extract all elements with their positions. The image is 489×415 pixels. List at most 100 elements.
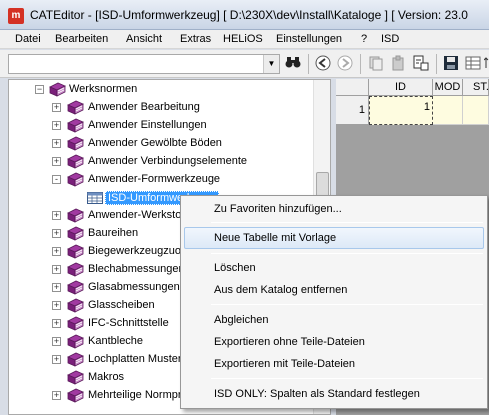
tree-node-label: Glasscheiben — [88, 299, 155, 311]
catalog-book-icon — [67, 136, 84, 151]
tree-node[interactable]: - Anwender-Formwerkzeuge — [9, 171, 309, 189]
expand-icon[interactable]: + — [52, 355, 61, 364]
expand-icon[interactable]: + — [52, 283, 61, 292]
expand-icon[interactable]: + — [52, 211, 61, 220]
tree-node[interactable]: + Anwender Verbindungselemente — [9, 153, 309, 171]
table-icon — [87, 192, 103, 204]
grid-cell-st[interactable] — [463, 96, 489, 125]
catalog-book-icon — [67, 172, 84, 187]
expand-icon[interactable]: + — [52, 229, 61, 238]
tree-node[interactable]: + Anwender Bearbeitung — [9, 99, 309, 117]
catalog-book-icon — [67, 334, 84, 349]
toolbar: ▼ — [0, 50, 489, 78]
expand-icon[interactable]: + — [52, 265, 61, 274]
tree-node-label: Anwender Bearbeitung — [88, 101, 200, 113]
binoculars-icon[interactable] — [284, 55, 302, 73]
expand-icon[interactable]: + — [52, 103, 61, 112]
title-bar: m CATEditor - [ISD-Umformwerkzeug] [ D:\… — [0, 0, 489, 30]
menu-item-new-table-template[interactable]: Neue Tabelle mit Vorlage — [184, 227, 484, 249]
context-menu: Zu Favoriten hinzufügen... Neue Tabelle … — [180, 195, 488, 409]
back-icon[interactable] — [314, 55, 332, 73]
catalog-book-icon — [67, 100, 84, 115]
menu-isd[interactable]: ISD — [381, 33, 399, 45]
catalog-book-icon — [67, 262, 84, 277]
new-table-icon[interactable] — [412, 55, 430, 73]
tree-node-label: Baureihen — [88, 227, 139, 239]
save-icon[interactable] — [442, 55, 460, 73]
expand-icon[interactable]: + — [52, 301, 61, 310]
expand-icon[interactable]: + — [52, 319, 61, 328]
menu-datei[interactable]: Datei — [15, 33, 41, 45]
grid-cell-id[interactable]: 1 — [369, 96, 433, 125]
expand-icon[interactable]: + — [52, 121, 61, 130]
menu-extras[interactable]: Extras — [180, 33, 211, 45]
menu-helios[interactable]: HELiOS — [223, 33, 263, 45]
menu-separator — [211, 378, 483, 379]
expand-icon[interactable]: + — [52, 337, 61, 346]
menu-item-remove-from-catalog[interactable]: Aus dem Katalog entfernen — [184, 279, 484, 301]
catalog-book-icon — [67, 370, 84, 385]
toolbar-separator — [436, 54, 437, 74]
menu-item-export-without-parts[interactable]: Exportieren ohne Teile-Dateien — [184, 331, 484, 353]
column-header-id[interactable]: ID — [369, 79, 433, 96]
tree-node-label: Anwender-Werkstoffe — [88, 209, 194, 221]
catalog-book-icon — [67, 244, 84, 259]
sort-icon[interactable] — [484, 55, 489, 73]
table-icon[interactable] — [464, 55, 482, 73]
row-header[interactable]: 1 — [336, 96, 369, 125]
catalog-book-icon — [67, 316, 84, 331]
catalog-combo[interactable]: ▼ — [8, 54, 280, 74]
menu-item-export-with-parts[interactable]: Exportieren mit Teile-Dateien — [184, 353, 484, 375]
catalog-book-icon — [67, 280, 84, 295]
toolbar-separator — [360, 54, 361, 74]
catalog-book-icon — [67, 388, 84, 403]
collapse-icon[interactable]: - — [52, 175, 61, 184]
catalog-book-icon — [67, 226, 84, 241]
window-title: CATEditor - [ISD-Umformwerkzeug] [ D:\23… — [30, 8, 468, 22]
menu-einstellungen[interactable]: Einstellungen — [276, 33, 342, 45]
tree-node-label: IFC-Schnittstelle — [88, 317, 169, 329]
tree-node[interactable]: + Anwender Gewölbte Böden — [9, 135, 309, 153]
column-header-mod[interactable]: MOD — [433, 79, 463, 96]
tree-node[interactable]: + Anwender Einstellungen — [9, 117, 309, 135]
grid-cell-mod[interactable] — [433, 96, 463, 125]
tree-node-label: Anwender Einstellungen — [88, 119, 207, 131]
menu-item-add-favorites[interactable]: Zu Favoriten hinzufügen... — [184, 198, 484, 220]
collapse-icon[interactable]: − — [35, 85, 44, 94]
menu-separator — [211, 253, 483, 254]
tree-node-label: Kantbleche — [88, 335, 144, 347]
expand-icon[interactable]: + — [52, 139, 61, 148]
menu-item-delete[interactable]: Löschen — [184, 257, 484, 279]
copy-icon[interactable] — [367, 55, 385, 73]
tree-node-root[interactable]: − Werksnormen — [9, 81, 309, 99]
catalog-book-icon — [67, 352, 84, 367]
tree-node-label: Lochplatten Muster — [88, 353, 182, 365]
expand-icon[interactable]: + — [52, 247, 61, 256]
menu-separator — [211, 222, 483, 223]
catalog-book-icon — [67, 118, 84, 133]
toolbar-separator — [308, 54, 309, 74]
menu-help[interactable]: ? — [361, 33, 367, 45]
paste-icon[interactable] — [389, 55, 407, 73]
menu-item-set-default-columns[interactable]: ISD ONLY: Spalten als Standard festlegen — [184, 383, 484, 405]
menu-item-sync[interactable]: Abgleichen — [184, 309, 484, 331]
catalog-book-icon — [67, 208, 84, 223]
forward-icon[interactable] — [336, 55, 354, 73]
tree-node-label: Glasabmessungen — [88, 281, 180, 293]
expand-icon[interactable]: + — [52, 391, 61, 400]
menu-bar: Datei Bearbeiten Ansicht Extras HELiOS E… — [0, 30, 489, 49]
menu-bearbeiten[interactable]: Bearbeiten — [55, 33, 108, 45]
chevron-down-icon[interactable]: ▼ — [263, 55, 279, 73]
tree-node-label: Anwender Verbindungselemente — [88, 155, 248, 167]
catalog-book-icon — [67, 154, 84, 169]
tree-node-label: Anwender Gewölbte Böden — [88, 137, 222, 149]
catalog-book-icon — [49, 82, 66, 97]
column-header-st[interactable]: ST. — [463, 79, 489, 96]
menu-separator — [211, 304, 483, 305]
tree-node-label: Makros — [88, 371, 125, 383]
menu-ansicht[interactable]: Ansicht — [126, 33, 162, 45]
grid-corner — [336, 79, 369, 96]
tree-node-label: Werksnormen — [69, 83, 138, 95]
expand-icon[interactable]: + — [52, 157, 61, 166]
tree-node-label: Blechabmessungen — [88, 263, 185, 275]
